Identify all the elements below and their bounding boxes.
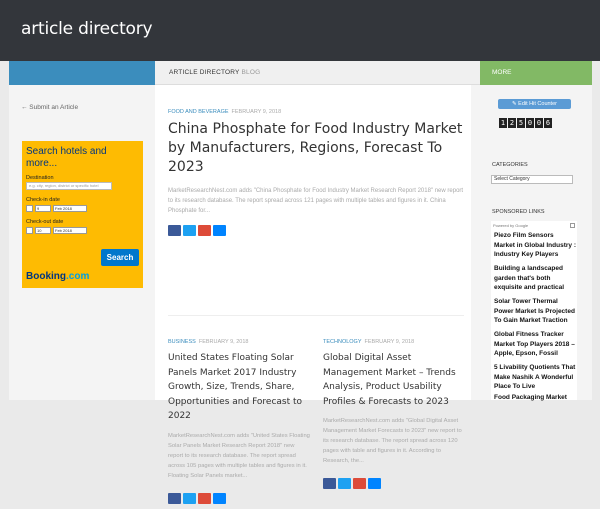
counter-digit: 1 [499,118,507,128]
subheader-bar: ARTICLE DIRECTORY BLOG MORE [9,61,592,85]
sponsored-heading: SPONSORED LINKS [492,209,545,215]
post-date: FEBRUARY 9, 2018 [198,339,249,345]
messenger-share-icon[interactable] [213,225,226,236]
counter-digit: 0 [526,118,534,128]
google-plus-share-icon[interactable] [353,478,366,489]
right-sidebar: ✎ Edit Hit Counter 125006 CATEGORIES Sel… [471,85,592,403]
post-category[interactable]: TECHNOLOGY [323,339,362,345]
post-divider [168,315,464,316]
booking-search-button[interactable]: Search [101,249,139,266]
ad-link[interactable]: 5 Livability Quotients That Make Nashik … [494,363,576,392]
post-card: TECHNOLOGY FEBRUARY 9, 2018 Global Digita… [323,330,465,489]
checkin-day-select[interactable]: 9 [35,205,51,212]
ad-link[interactable]: Building a landscaped garden that's both… [494,264,576,293]
submit-article-link[interactable]: ← Submit an Article [21,104,78,111]
checkin-calendar-icon[interactable] [26,205,33,212]
featured-category[interactable]: FOOD AND BEVERAGE [168,109,229,115]
google-plus-share-icon[interactable] [198,225,211,236]
hit-counter-label: Edit Hit Counter [518,101,557,107]
ads-by-label: Powered by Google [493,223,529,228]
category-select[interactable]: Select Category [491,175,573,184]
twitter-share-icon[interactable] [183,492,196,504]
twitter-share-icon[interactable] [183,225,196,236]
google-plus-share-icon[interactable] [198,492,211,504]
post-meta: BUSINESS FEBRUARY 9, 2018 [168,330,310,348]
counter-digit: 5 [517,118,525,128]
post-card: BUSINESS FEBRUARY 9, 2018 United States F… [168,330,310,504]
hit-counter: 125006 [499,112,553,128]
post-meta: TECHNOLOGY FEBRUARY 9, 2018 [323,330,465,348]
more-toggle[interactable]: MORE [480,61,592,85]
categories-heading: CATEGORIES [492,162,528,168]
checkout-month-select[interactable]: Feb 2018 [53,227,87,234]
breadcrumb-main: ARTICLE DIRECTORY [169,69,240,76]
checkout-day-select[interactable]: 10 [35,227,51,234]
post-excerpt: MarketResearchNest.com adds "Global Digi… [323,418,462,464]
post-excerpt: MarketResearchNest.com adds "United Stat… [168,432,310,479]
featured-meta: FOOD AND BEVERAGE FEBRUARY 9, 2018 [168,100,464,118]
messenger-share-icon[interactable] [368,478,381,489]
facebook-share-icon[interactable] [168,492,181,504]
counter-digit: 0 [535,118,543,128]
ad-link[interactable]: Global Fitness Tracker Market Top Player… [494,330,576,359]
checkout-label: Check-out date [26,219,64,225]
destination-label: Destination [26,175,54,181]
breadcrumb-text: ARTICLE DIRECTORY BLOG [169,69,260,76]
sponsored-ads: Powered by Google Piezo Film Sensors Mar… [491,221,577,403]
checkin-label: Check-in date [26,197,60,203]
post-title[interactable]: United States Floating Solar Panels Mark… [168,351,310,424]
counter-digit: 6 [544,118,552,128]
messenger-share-icon[interactable] [213,492,226,504]
twitter-share-icon[interactable] [338,478,351,489]
breadcrumb: ARTICLE DIRECTORY BLOG [155,61,480,85]
featured-post: FOOD AND BEVERAGE FEBRUARY 9, 2018 China … [168,100,464,236]
edit-hit-counter-button[interactable]: ✎ Edit Hit Counter [498,99,571,109]
ad-close-icon[interactable] [570,223,575,228]
checkout-calendar-icon[interactable] [26,227,33,234]
checkin-month-select[interactable]: Feb 2018 [53,205,87,212]
post-title[interactable]: Global Digital Asset Management Market –… [323,351,465,409]
breadcrumb-sub: BLOG [241,69,261,76]
booking-widget: Search hotels and more... Destination e.… [22,141,143,288]
post-share-buttons [323,476,465,489]
site-header: article directory [0,0,600,61]
post-share-buttons [168,491,310,504]
booking-title: Search hotels and more... [26,146,107,169]
ad-link[interactable]: Solar Tower Thermal Power Market Is Proj… [494,297,576,326]
ad-link[interactable]: Piezo Film Sensors Market in Global Indu… [494,231,576,260]
site-title[interactable]: article directory [21,19,153,39]
counter-digit: 2 [508,118,516,128]
booking-logo[interactable]: Booking.com [26,271,89,282]
facebook-share-icon[interactable] [323,478,336,489]
featured-date: FEBRUARY 9, 2018 [231,109,282,115]
more-label: MORE [492,69,512,76]
post-category[interactable]: BUSINESS [168,339,196,345]
featured-excerpt: MarketResearchNest.com adds "China Phosp… [168,188,464,214]
featured-title[interactable]: China Phosphate for Food Industry Market… [168,120,464,177]
destination-input[interactable]: e.g. city, region, district or specific … [26,182,112,190]
booking-logo-main: Booking [26,271,66,282]
featured-share-buttons [168,223,464,236]
nav-left-block [9,61,155,85]
left-sidebar: ← Submit an Article Search hotels and mo… [9,85,155,400]
facebook-share-icon[interactable] [168,225,181,236]
booking-logo-dot: .com [66,271,90,282]
ad-link[interactable]: Food Packaging Market [494,393,576,403]
post-date: FEBRUARY 9, 2018 [364,339,415,345]
main-content: FOOD AND BEVERAGE FEBRUARY 9, 2018 China … [155,85,471,504]
